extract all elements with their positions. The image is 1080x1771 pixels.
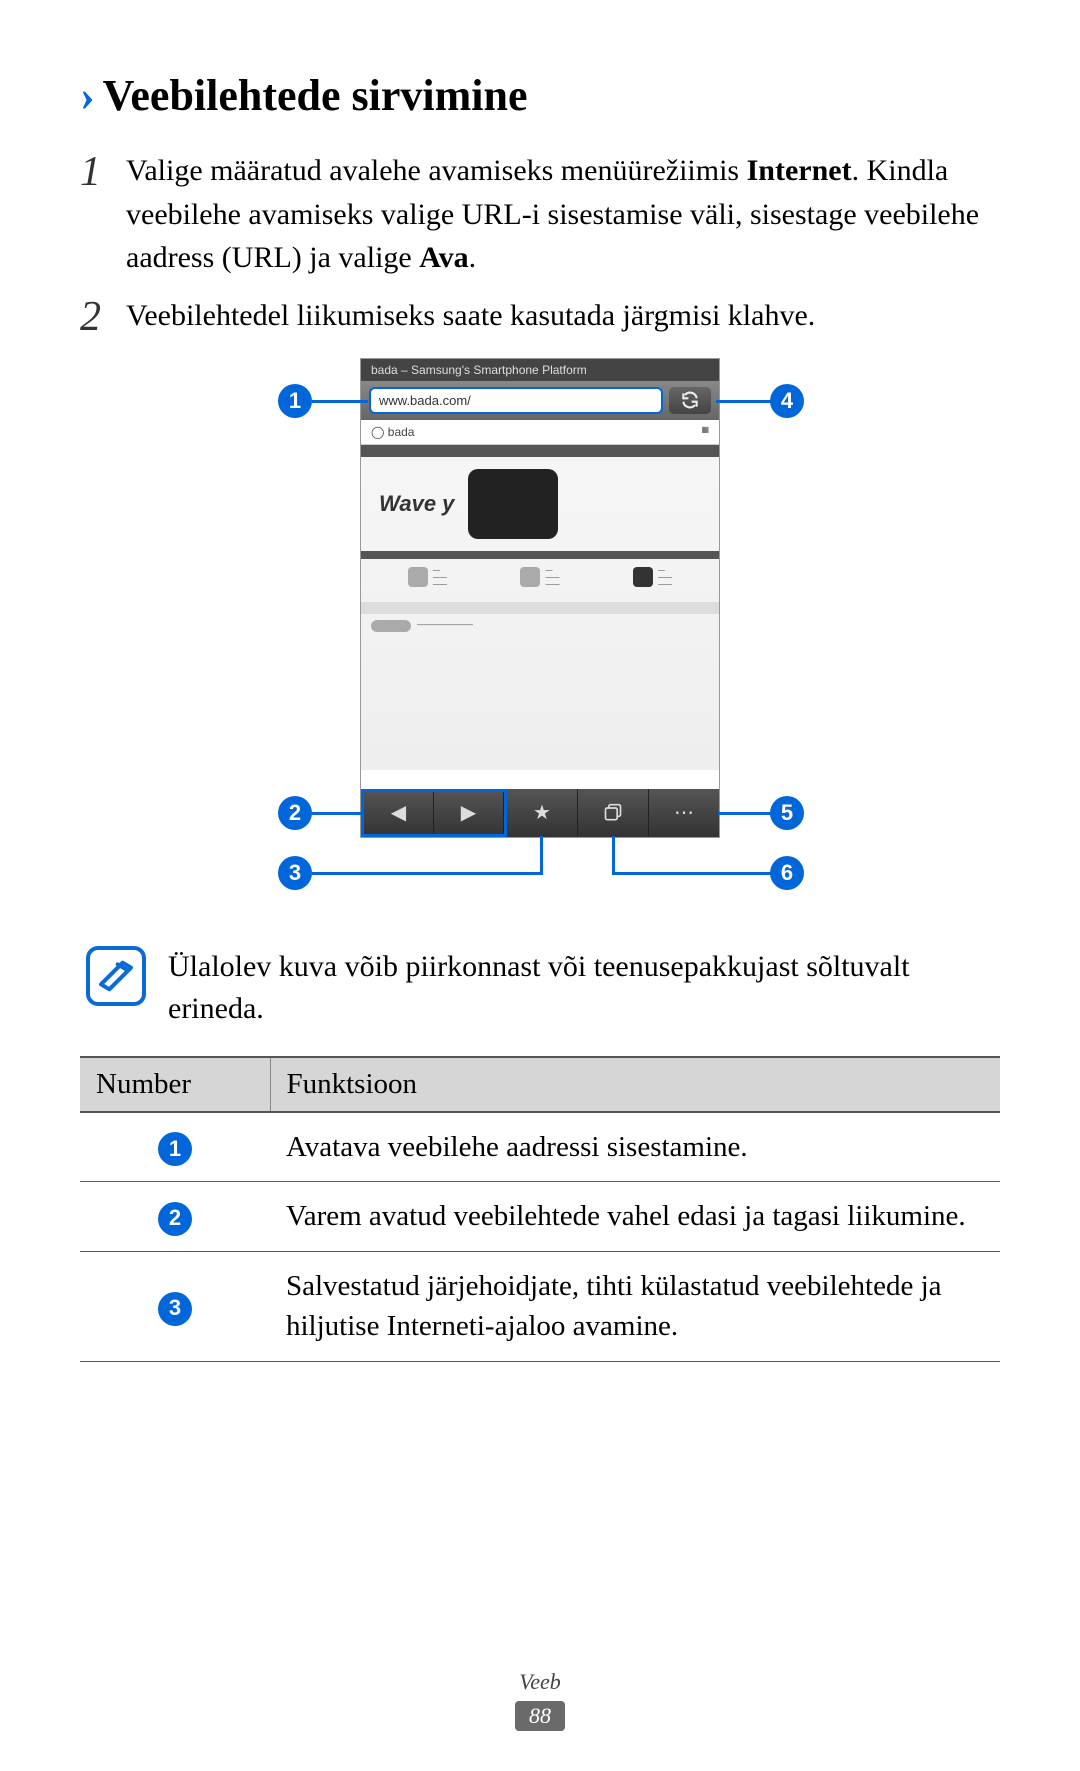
- row-text: Avatava veebilehe aadressi sisestamine.: [270, 1112, 1000, 1182]
- refresh-button[interactable]: [669, 387, 711, 414]
- table-header-function: Funktsioon: [270, 1057, 1000, 1112]
- functions-table: Number Funktsioon 1 Avatava veebilehe aa…: [80, 1056, 1000, 1362]
- table-row: 1 Avatava veebilehe aadressi sisestamine…: [80, 1112, 1000, 1182]
- callout-2: 2: [278, 796, 312, 830]
- wave-label: Wave y: [379, 491, 454, 517]
- phone-title: bada – Samsung's Smartphone Platform: [361, 359, 719, 381]
- step-number: 2: [80, 294, 126, 340]
- note-text: Ülalolev kuva võib piirkonnast või teenu…: [168, 946, 1000, 1030]
- step1-bold1: Internet: [747, 154, 852, 187]
- url-bar: www.bada.com/: [361, 381, 719, 420]
- callout-line: [540, 836, 543, 875]
- step1-text-a: Valige määratud avalehe avamiseks menüür…: [126, 154, 747, 187]
- callout-line: [312, 812, 362, 815]
- nav-forward-button[interactable]: ▶: [434, 792, 504, 834]
- note-icon: [86, 946, 146, 1006]
- callout-line: [312, 872, 542, 875]
- callout-1: 1: [278, 384, 312, 418]
- step-2: 2 Veebilehtedel liikumiseks saate kasuta…: [80, 294, 1000, 340]
- phone-image: [468, 469, 558, 539]
- callout-5: 5: [770, 796, 804, 830]
- note-block: Ülalolev kuva võib piirkonnast või teenu…: [80, 946, 1000, 1030]
- nav-bookmarks-button[interactable]: ★: [507, 789, 578, 837]
- row-text: Varem avatud veebilehtede vahel edasi ja…: [270, 1182, 1000, 1252]
- step-1: 1 Valige määratud avalehe avamiseks menü…: [80, 149, 1000, 280]
- step-body: Veebilehtedel liikumiseks saate kasutada…: [126, 294, 1000, 340]
- footer-category: Veeb: [0, 1669, 1080, 1695]
- callout-6: 6: [770, 856, 804, 890]
- browser-figure: bada – Samsung's Smartphone Platform www…: [240, 358, 840, 918]
- chevron-icon: ›: [80, 70, 95, 121]
- table-row: 2 Varem avatud veebilehtede vahel edasi …: [80, 1182, 1000, 1252]
- nav-more-button[interactable]: ⋯: [649, 789, 719, 837]
- callout-line: [312, 400, 368, 403]
- section-heading: › Veebilehtede sirvimine: [80, 70, 1000, 121]
- table-row: 3 Salvestatud järjehoidjate, tihti külas…: [80, 1251, 1000, 1361]
- row-number: 2: [158, 1202, 192, 1236]
- page-footer: Veeb 88: [0, 1669, 1080, 1731]
- heading-text: Veebilehtede sirvimine: [103, 70, 528, 121]
- callout-line: [716, 400, 772, 403]
- callout-line: [612, 836, 615, 875]
- phone-screen: bada – Samsung's Smartphone Platform www…: [360, 358, 720, 838]
- row-number: 1: [158, 1132, 192, 1166]
- brand-label: bada: [388, 425, 415, 439]
- footer-page-number: 88: [515, 1701, 565, 1731]
- callout-line: [718, 812, 772, 815]
- step1-text-c: .: [469, 241, 477, 274]
- callout-line: [612, 872, 772, 875]
- url-input[interactable]: www.bada.com/: [369, 387, 663, 414]
- callout-4: 4: [770, 384, 804, 418]
- nav-back-button[interactable]: ◀: [364, 792, 434, 834]
- step-number: 1: [80, 149, 126, 280]
- row-text: Salvestatud järjehoidjate, tihti külasta…: [270, 1251, 1000, 1361]
- step-body: Valige määratud avalehe avamiseks menüür…: [126, 149, 1000, 280]
- row-number: 3: [158, 1292, 192, 1326]
- table-header-number: Number: [80, 1057, 270, 1112]
- web-content: ◯ bada ▦ Wave y ————— ————— —————: [361, 420, 719, 770]
- nav-windows-button[interactable]: [578, 789, 649, 837]
- bottom-nav: ◀ ▶ ★ ⋯: [361, 789, 719, 837]
- step1-bold2: Ava: [419, 241, 468, 274]
- callout-3: 3: [278, 856, 312, 890]
